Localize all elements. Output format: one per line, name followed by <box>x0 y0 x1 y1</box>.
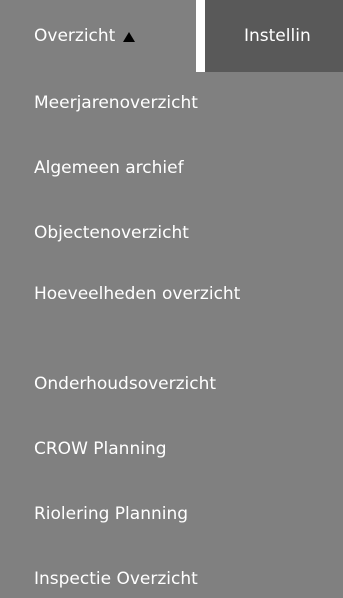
tab-overzicht[interactable]: Overzicht <box>0 0 196 72</box>
menu-item-inspectie-overzicht[interactable]: Inspectie Overzicht <box>34 570 333 589</box>
tab-overzicht-label: Overzicht <box>34 26 116 46</box>
menu-item-objectenoverzicht[interactable]: Objectenoverzicht <box>34 224 333 243</box>
menu-item-algemeen-archief[interactable]: Algemeen archief <box>34 159 333 178</box>
overzicht-dropdown-menu: Meerjarenoverzicht Algemeen archief Obje… <box>0 72 343 598</box>
menu-item-riolering-planning[interactable]: Riolering Planning <box>34 505 333 524</box>
menu-item-meerjarenoverzicht[interactable]: Meerjarenoverzicht <box>34 94 333 113</box>
menu-item-onderhoudsoverzicht[interactable]: Onderhoudsoverzicht <box>34 375 333 394</box>
top-tab-bar: Overzicht Instellin <box>0 0 343 72</box>
tab-instellingen-label: Instellin <box>244 26 311 46</box>
caret-up-icon <box>123 32 136 42</box>
menu-item-crow-planning[interactable]: CROW Planning <box>34 440 333 459</box>
navigation-menu-app: Overzicht Instellin Meerjarenoverzicht A… <box>0 0 343 598</box>
tab-instellingen[interactable]: Instellin <box>205 0 343 72</box>
menu-item-hoeveelheden-overzicht[interactable]: Hoeveelheden overzicht <box>34 285 244 304</box>
